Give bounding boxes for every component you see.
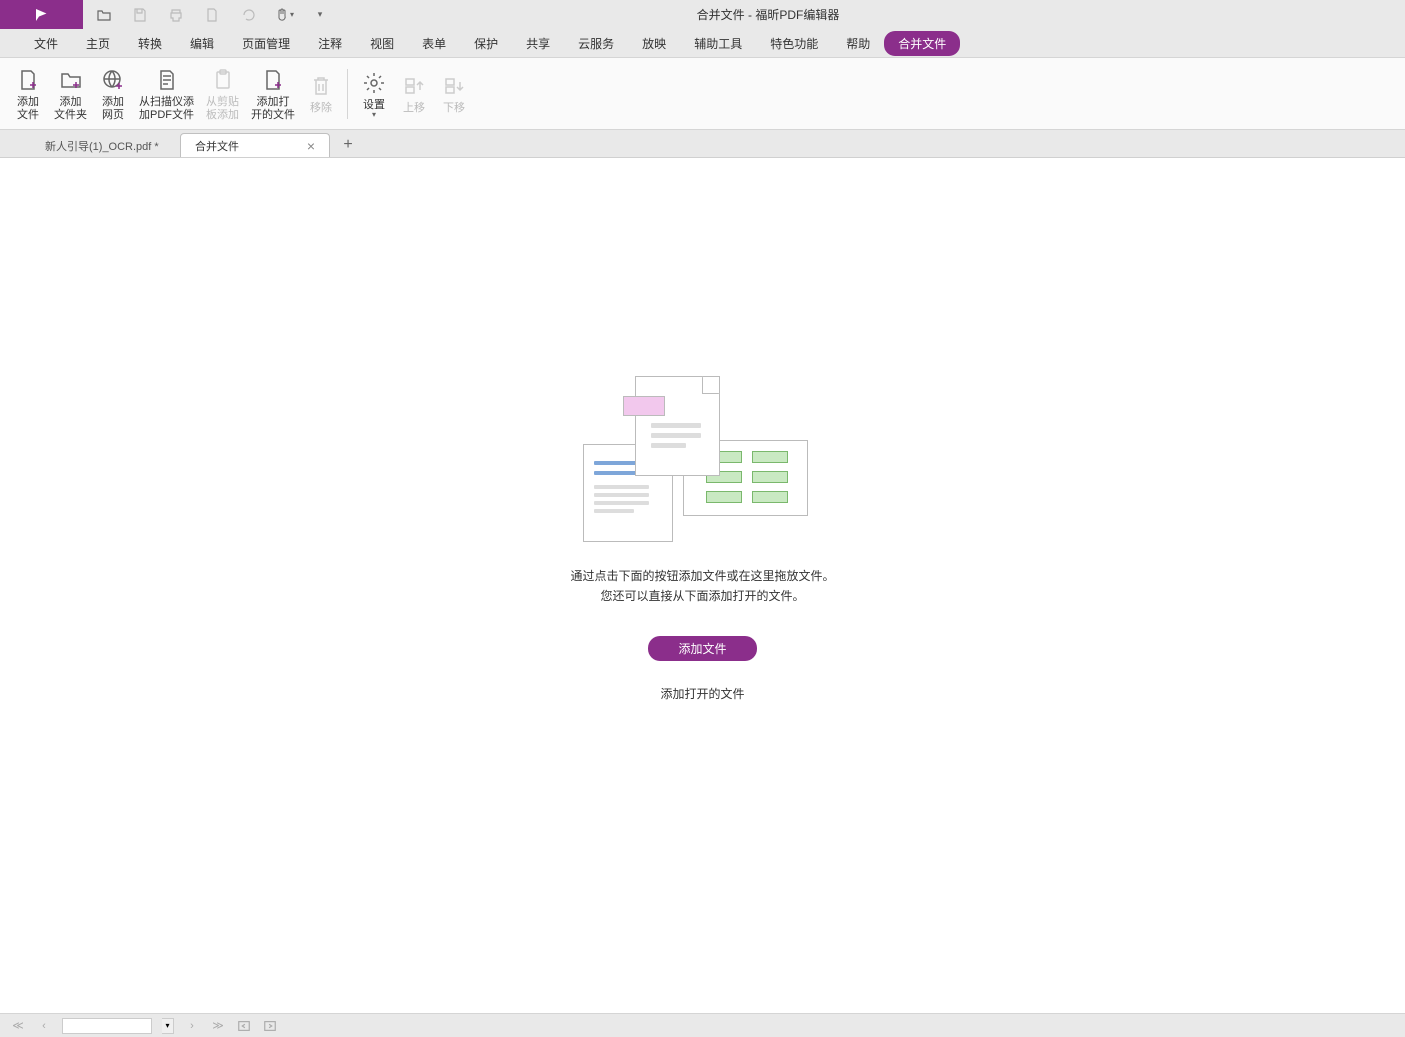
move-down-icon (440, 72, 468, 100)
empty-state-text: 通过点击下面的按钮添加文件或在这里拖放文件。 您还可以直接从下面添加打开的文件。 (570, 566, 834, 606)
from-clipboard-button: 从剪贴 板添加 (200, 64, 245, 124)
add-open-files-button[interactable]: 添加打 开的文件 (245, 64, 301, 124)
app-logo[interactable] (0, 0, 83, 29)
menubar: 文件 主页 转换 编辑 页面管理 注释 视图 表单 保护 共享 云服务 放映 辅… (0, 29, 1405, 58)
clipboard-icon (209, 66, 237, 94)
add-folder-button[interactable]: 添加 文件夹 (48, 64, 93, 124)
close-tab-icon[interactable]: × (307, 138, 315, 154)
menu-features[interactable]: 特色功能 (756, 31, 832, 56)
content-area: 通过点击下面的按钮添加文件或在这里拖放文件。 您还可以直接从下面添加打开的文件。… (0, 158, 1405, 920)
print-icon (165, 4, 187, 26)
menu-view[interactable]: 视图 (356, 31, 408, 56)
menu-file[interactable]: 文件 (20, 31, 72, 56)
undo-icon (237, 4, 259, 26)
next-page-icon[interactable]: › (184, 1018, 200, 1034)
menu-convert[interactable]: 转换 (124, 31, 176, 56)
menu-accessibility[interactable]: 辅助工具 (680, 31, 756, 56)
menu-protect[interactable]: 保护 (460, 31, 512, 56)
move-up-button: 上移 (394, 70, 434, 117)
ribbon-separator (347, 69, 348, 119)
doc-tab-label: 新人引导(1)_OCR.pdf * (45, 138, 159, 154)
page-number-input[interactable] (62, 1018, 152, 1034)
menu-combine[interactable]: 合并文件 (884, 31, 960, 56)
first-page-icon[interactable]: ≪ (10, 1018, 26, 1034)
titlebar: ▾ ▾ 合并文件 - 福昕PDF编辑器 (0, 0, 1405, 29)
menu-comment[interactable]: 注释 (304, 31, 356, 56)
add-open-icon (259, 66, 287, 94)
menu-present[interactable]: 放映 (628, 31, 680, 56)
hand-tool-icon[interactable]: ▾ (273, 4, 295, 26)
menu-help[interactable]: 帮助 (832, 31, 884, 56)
last-page-icon[interactable]: ≫ (210, 1018, 226, 1034)
settings-button[interactable]: 设置 ▾ (354, 67, 394, 121)
add-webpage-icon (99, 66, 127, 94)
quick-access-toolbar: ▾ ▾ (83, 4, 331, 26)
add-folder-icon (57, 66, 85, 94)
blank-page-icon (201, 4, 223, 26)
menu-form[interactable]: 表单 (408, 31, 460, 56)
menu-home[interactable]: 主页 (72, 31, 124, 56)
empty-state-illustration (583, 376, 823, 546)
add-file-button[interactable]: 添加 文件 (8, 64, 48, 124)
from-scanner-button[interactable]: 从扫描仪添 加PDF文件 (133, 64, 200, 124)
menu-share[interactable]: 共享 (512, 31, 564, 56)
doc-tab[interactable]: 新人引导(1)_OCR.pdf * (30, 133, 180, 157)
save-icon (129, 4, 151, 26)
prev-page-icon[interactable]: ‹ (36, 1018, 52, 1034)
nav-forward-icon[interactable] (262, 1018, 278, 1034)
trash-icon (307, 72, 335, 100)
gear-icon (360, 69, 388, 97)
scanner-icon (153, 66, 181, 94)
document-tabbar: 新人引导(1)_OCR.pdf * 合并文件 × + (0, 130, 1405, 158)
open-icon[interactable] (93, 4, 115, 26)
menu-page-manage[interactable]: 页面管理 (228, 31, 304, 56)
chevron-down-icon: ▾ (372, 110, 376, 119)
ribbon: 添加 文件 添加 文件夹 添加 网页 从扫描仪添 加PDF文件 从剪贴 板添加 … (0, 58, 1405, 130)
add-file-main-button[interactable]: 添加文件 (648, 636, 756, 661)
statusbar: ≪ ‹ ▾ › ≫ (0, 1013, 1405, 1037)
new-tab-button[interactable]: + (336, 133, 360, 157)
page-dropdown-icon[interactable]: ▾ (162, 1018, 174, 1034)
menu-cloud[interactable]: 云服务 (564, 31, 628, 56)
window-title: 合并文件 - 福昕PDF编辑器 (331, 6, 1405, 23)
add-webpage-button[interactable]: 添加 网页 (93, 64, 133, 124)
doc-tab-label: 合并文件 (195, 138, 239, 154)
move-down-button: 下移 (434, 70, 474, 117)
doc-tab-active[interactable]: 合并文件 × (180, 133, 330, 157)
move-up-icon (400, 72, 428, 100)
menu-edit[interactable]: 编辑 (176, 31, 228, 56)
nav-back-icon[interactable] (236, 1018, 252, 1034)
add-open-files-link[interactable]: 添加打开的文件 (660, 685, 744, 702)
remove-button: 移除 (301, 70, 341, 117)
customize-qa-icon[interactable]: ▾ (309, 4, 331, 26)
add-file-icon (14, 66, 42, 94)
